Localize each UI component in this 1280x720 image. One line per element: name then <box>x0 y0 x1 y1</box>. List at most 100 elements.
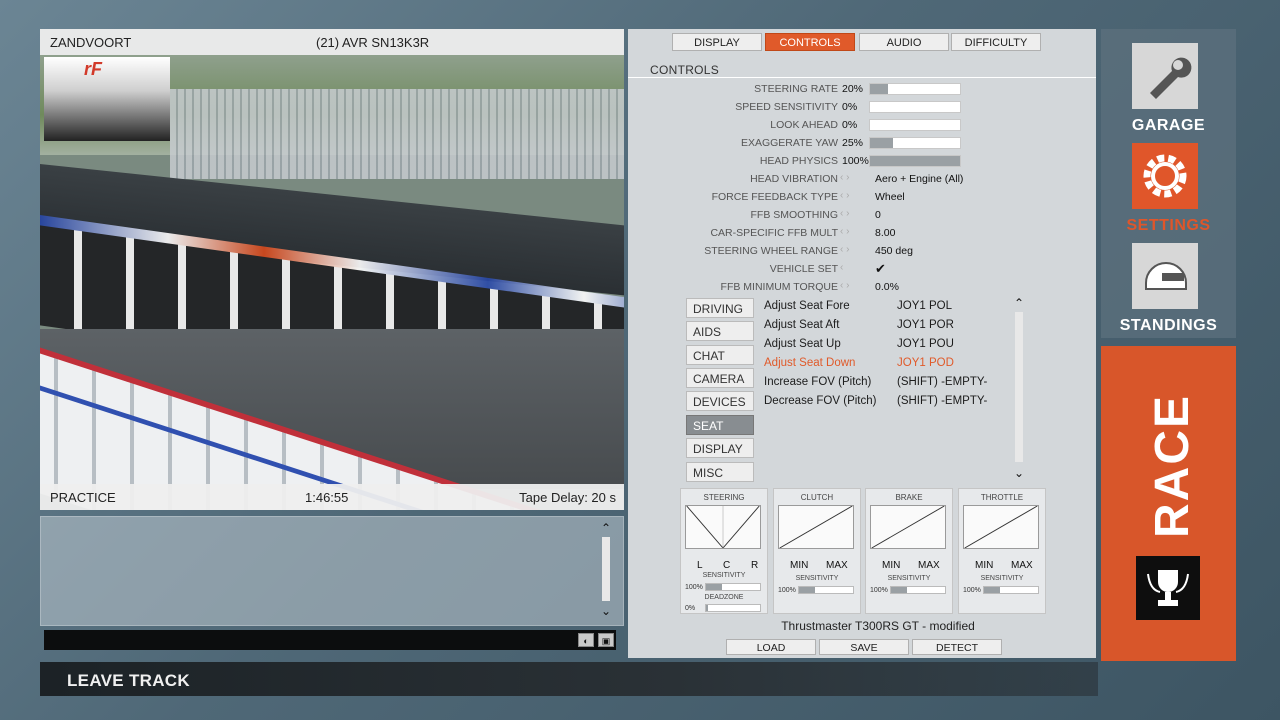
binding-key[interactable]: (SHIFT) -EMPTY- <box>897 395 987 407</box>
main-nav: GARAGE SETTINGS STANDINGS <box>1101 29 1236 338</box>
gear-icon[interactable] <box>1132 143 1198 209</box>
setting-wheel-range[interactable]: STEERING WHEEL RANGE ‹ › 450 deg <box>628 243 1096 259</box>
chat-input[interactable] <box>44 630 616 650</box>
tab-controls[interactable]: CONTROLS <box>765 33 855 51</box>
tab-audio[interactable]: AUDIO <box>859 33 949 51</box>
logo-text: rF <box>84 59 102 79</box>
setting-look-ahead[interactable]: LOOK AHEAD 0% <box>628 117 1096 133</box>
binding-action[interactable]: Adjust Seat Fore <box>764 300 850 312</box>
throttle-calibration: THROTTLE MIN MAX SENSITIVITY 100% <box>958 488 1046 614</box>
helmet-icon[interactable] <box>1132 243 1198 309</box>
binding-key[interactable]: JOY1 POR <box>897 319 954 331</box>
category-devices[interactable]: DEVICES <box>686 391 754 411</box>
tab-display[interactable]: DISPLAY <box>672 33 762 51</box>
nav-standings[interactable]: STANDINGS <box>1101 229 1236 334</box>
binding-key[interactable]: (SHIFT) -EMPTY- <box>897 376 987 388</box>
sensitivity-slider[interactable] <box>798 586 854 594</box>
session-time: 1:46:55 <box>305 490 349 505</box>
chat-lock-icon[interactable]: ▣ <box>598 633 614 647</box>
binding-action[interactable]: Adjust Seat Up <box>764 338 841 350</box>
setting-slider[interactable] <box>869 137 961 149</box>
setting-slider[interactable] <box>869 83 961 95</box>
sensitivity-slider[interactable] <box>983 586 1039 594</box>
category-display[interactable]: DISPLAY <box>686 438 754 458</box>
setting-speed-sensitivity[interactable]: SPEED SENSITIVITY 0% <box>628 99 1096 115</box>
setting-value: 450 deg <box>875 245 913 257</box>
setting-value: Aero + Engine (All) <box>875 173 964 185</box>
setting-value: 0% <box>842 119 858 131</box>
select-arrows-icon[interactable]: ‹ › <box>840 226 868 237</box>
setting-value: 8.00 <box>875 227 896 239</box>
setting-head-physics[interactable]: HEAD PHYSICS 100% <box>628 153 1096 169</box>
leave-track-button[interactable]: LEAVE TRACK <box>67 671 190 691</box>
replay-viewport: ZANDVOORT (21) AVR SN13K3R rF PRACTICE 1… <box>40 29 624 510</box>
detect-button[interactable]: DETECT <box>912 639 1002 655</box>
chat-emote-icon[interactable]: ◐ <box>578 633 594 647</box>
sensitivity-percent: 100% <box>685 584 703 591</box>
category-driving[interactable]: DRIVING <box>686 298 754 318</box>
binding-action[interactable]: Decrease FOV (Pitch) <box>764 395 876 407</box>
chat-scroll-down-icon[interactable]: ⌄ <box>599 605 613 617</box>
nav-settings[interactable]: SETTINGS <box>1101 129 1236 234</box>
save-button[interactable]: SAVE <box>819 639 909 655</box>
device-name: Thrustmaster T300RS GT - modified <box>781 619 975 633</box>
setting-vehicle-set[interactable]: VEHICLE SET ‹ ✔ <box>628 261 1096 277</box>
setting-ffb-min-torque[interactable]: FFB MINIMUM TORQUE ‹ › 0.0% <box>628 279 1096 295</box>
binding-action-selected[interactable]: Adjust Seat Down <box>764 357 855 369</box>
setting-steering-rate[interactable]: STEERING RATE 20% <box>628 81 1096 97</box>
setting-force-feedback-type[interactable]: FORCE FEEDBACK TYPE ‹ › Wheel <box>628 189 1096 205</box>
deadzone-slider[interactable] <box>705 604 761 612</box>
nav-garage[interactable]: GARAGE <box>1101 29 1236 134</box>
select-arrows-icon[interactable]: ‹ › <box>840 244 868 255</box>
select-arrows-icon[interactable]: ‹ › <box>840 172 868 183</box>
sensitivity-slider[interactable] <box>890 586 946 594</box>
chat-log[interactable]: ⌃ ⌄ <box>40 516 624 626</box>
category-camera[interactable]: CAMERA <box>686 368 754 388</box>
steering-curve <box>685 505 761 549</box>
binding-action[interactable]: Adjust Seat Aft <box>764 319 839 331</box>
clutch-calibration: CLUTCH MIN MAX SENSITIVITY 100% <box>773 488 861 614</box>
setting-slider[interactable] <box>869 155 961 167</box>
category-seat[interactable]: SEAT <box>686 415 754 435</box>
binding-key-selected[interactable]: JOY1 POD <box>897 357 954 369</box>
select-arrows-icon[interactable]: ‹ › <box>840 280 868 291</box>
trophy-icon[interactable] <box>1136 556 1200 620</box>
binding-action[interactable]: Increase FOV (Pitch) <box>764 376 871 388</box>
setting-exaggerate-yaw[interactable]: EXAGGERATE YAW 25% <box>628 135 1096 151</box>
setting-label: LOOK AHEAD <box>770 119 838 131</box>
race-button[interactable]: RACE <box>1101 346 1236 661</box>
load-button[interactable]: LOAD <box>726 639 816 655</box>
setting-head-vibration[interactable]: HEAD VIBRATION ‹ › Aero + Engine (All) <box>628 171 1096 187</box>
sensitivity-slider[interactable] <box>705 583 761 591</box>
category-aids[interactable]: AIDS <box>686 321 754 341</box>
setting-slider[interactable] <box>869 119 961 131</box>
select-arrows-icon[interactable]: ‹ <box>840 262 868 273</box>
pedal-title: CLUTCH <box>800 493 834 502</box>
binding-key[interactable]: JOY1 POU <box>897 338 954 350</box>
brake-curve <box>870 505 946 549</box>
wrench-icon[interactable] <box>1132 43 1198 109</box>
chat-scroll-up-icon[interactable]: ⌃ <box>599 522 613 534</box>
binding-key[interactable]: JOY1 POL <box>897 300 952 312</box>
category-misc[interactable]: MISC <box>686 462 754 482</box>
bindings-scroll-up-icon[interactable]: ⌃ <box>1012 297 1026 309</box>
checkmark-icon[interactable]: ✔ <box>875 261 886 277</box>
setting-label: FFB MINIMUM TORQUE <box>720 281 838 293</box>
bindings-scroll-down-icon[interactable]: ⌄ <box>1012 467 1026 479</box>
steering-right-label: R <box>751 560 759 571</box>
leave-track-bar[interactable]: LEAVE TRACK <box>40 662 1098 696</box>
setting-value: Wheel <box>875 191 905 203</box>
category-chat[interactable]: CHAT <box>686 345 754 365</box>
deadzone-percent: 0% <box>685 605 696 612</box>
select-arrows-icon[interactable]: ‹ › <box>840 208 868 219</box>
setting-ffb-smoothing[interactable]: FFB SMOOTHING ‹ › 0 <box>628 207 1096 223</box>
setting-slider[interactable] <box>869 101 961 113</box>
bindings-scrollbar[interactable] <box>1015 312 1023 462</box>
setting-car-ffb-mult[interactable]: CAR-SPECIFIC FFB MULT ‹ › 8.00 <box>628 225 1096 241</box>
setting-value: 0 <box>875 209 881 221</box>
tab-difficulty[interactable]: DIFFICULTY <box>951 33 1041 51</box>
chat-scrollbar[interactable] <box>602 537 610 601</box>
min-label: MIN <box>790 560 809 571</box>
pedal-title: STEERING <box>703 493 745 502</box>
select-arrows-icon[interactable]: ‹ › <box>840 190 868 201</box>
